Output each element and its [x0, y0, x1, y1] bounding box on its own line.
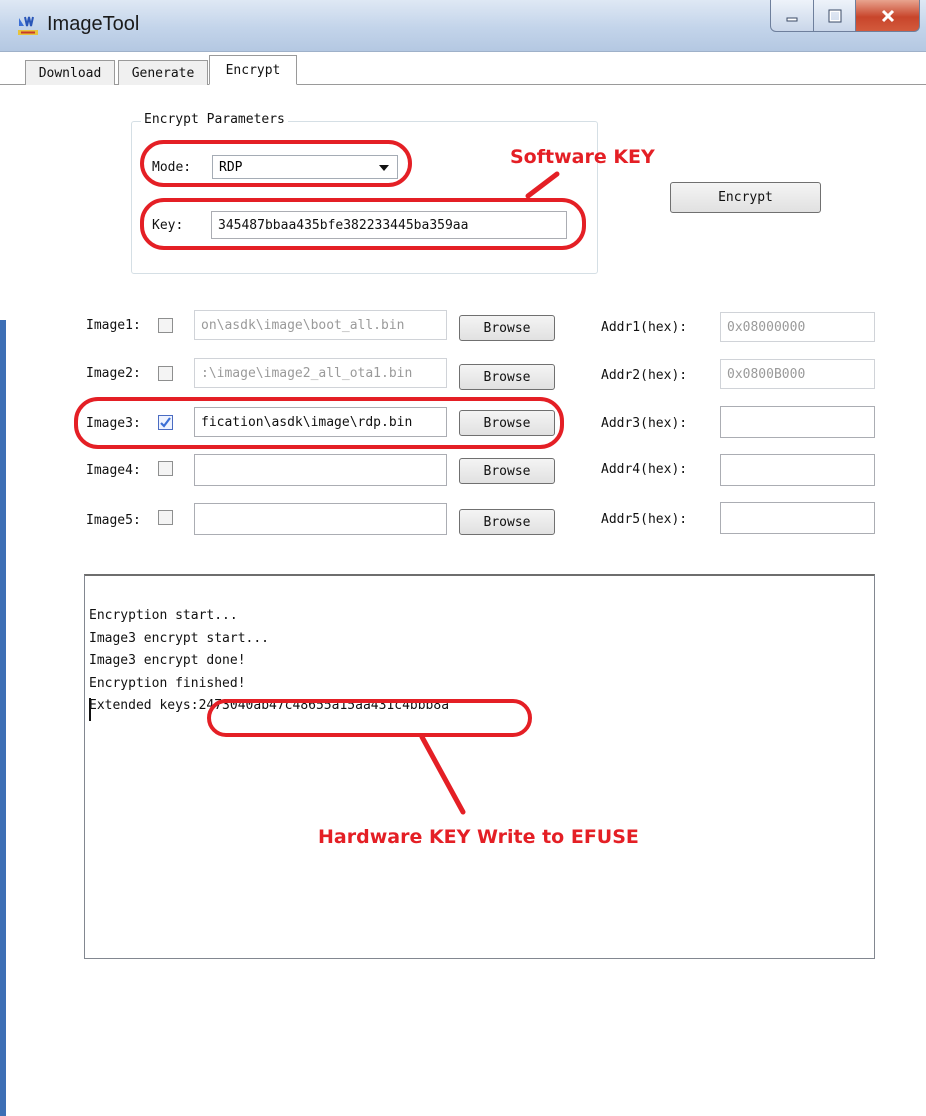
- window-left-border: [0, 320, 6, 1116]
- key-annotation-outline: [140, 198, 586, 250]
- log-line: Image3 encrypt start...: [89, 630, 270, 646]
- extended-keys-annotation-outline: [207, 699, 532, 737]
- image2-checkbox[interactable]: [158, 366, 173, 381]
- addr4-label: Addr4(hex):: [601, 462, 688, 477]
- addr3-label: Addr3(hex):: [601, 416, 688, 431]
- image5-label: Image5:: [86, 513, 141, 528]
- group-title: Encrypt Parameters: [141, 112, 288, 127]
- image2-path-input[interactable]: :\image\image2_all_ota1.bin: [194, 358, 447, 388]
- image5-browse-button[interactable]: Browse: [459, 509, 555, 535]
- addr4-input[interactable]: [720, 454, 875, 486]
- addr3-input[interactable]: [720, 406, 875, 438]
- image4-browse-button[interactable]: Browse: [459, 458, 555, 484]
- image1-browse-button[interactable]: Browse: [459, 315, 555, 341]
- image2-browse-button[interactable]: Browse: [459, 364, 555, 390]
- addr2-input[interactable]: 0x0800B000: [720, 359, 875, 389]
- imagetool-logo-icon: [18, 16, 38, 35]
- close-button[interactable]: [856, 0, 920, 32]
- tab-encrypt[interactable]: Encrypt: [209, 55, 297, 85]
- window-controls: [770, 0, 920, 32]
- window-title: ImageTool: [47, 13, 140, 35]
- tab-generate[interactable]: Generate: [118, 60, 208, 85]
- image1-checkbox[interactable]: [158, 318, 173, 333]
- minimize-button[interactable]: [770, 0, 814, 32]
- encrypt-button[interactable]: Encrypt: [670, 182, 821, 213]
- image4-checkbox[interactable]: [158, 461, 173, 476]
- log-line: Encryption finished!: [89, 675, 246, 691]
- software-key-annotation: Software KEY: [510, 146, 655, 168]
- image3-annotation-outline: [74, 397, 564, 449]
- log-line: Encryption start...: [89, 608, 238, 623]
- extended-keys-label: Extended keys:: [89, 698, 199, 713]
- addr5-label: Addr5(hex):: [601, 512, 688, 527]
- addr2-label: Addr2(hex):: [601, 368, 688, 383]
- image5-checkbox[interactable]: [158, 510, 173, 525]
- mode-annotation-outline: [140, 140, 412, 187]
- addr1-label: Addr1(hex):: [601, 320, 688, 335]
- minimize-icon: [786, 17, 798, 21]
- image1-label: Image1:: [86, 318, 141, 333]
- log-line: Image3 encrypt done!: [89, 653, 246, 668]
- tab-download[interactable]: Download: [25, 60, 115, 85]
- image1-path-input[interactable]: on\asdk\image\boot_all.bin: [194, 310, 447, 340]
- maximize-icon: [828, 9, 841, 22]
- image4-path-input[interactable]: [194, 454, 447, 486]
- image4-label: Image4:: [86, 463, 141, 478]
- hardware-key-annotation: Hardware KEY Write to EFUSE: [318, 826, 639, 848]
- close-icon: [881, 9, 894, 22]
- image5-path-input[interactable]: [194, 503, 447, 535]
- addr1-input[interactable]: 0x08000000: [720, 312, 875, 342]
- text-cursor: [89, 698, 91, 721]
- maximize-button[interactable]: [814, 0, 856, 32]
- log-output[interactable]: Encryption start... Image3 encrypt start…: [84, 574, 875, 959]
- image2-label: Image2:: [86, 366, 141, 381]
- addr5-input[interactable]: [720, 502, 875, 534]
